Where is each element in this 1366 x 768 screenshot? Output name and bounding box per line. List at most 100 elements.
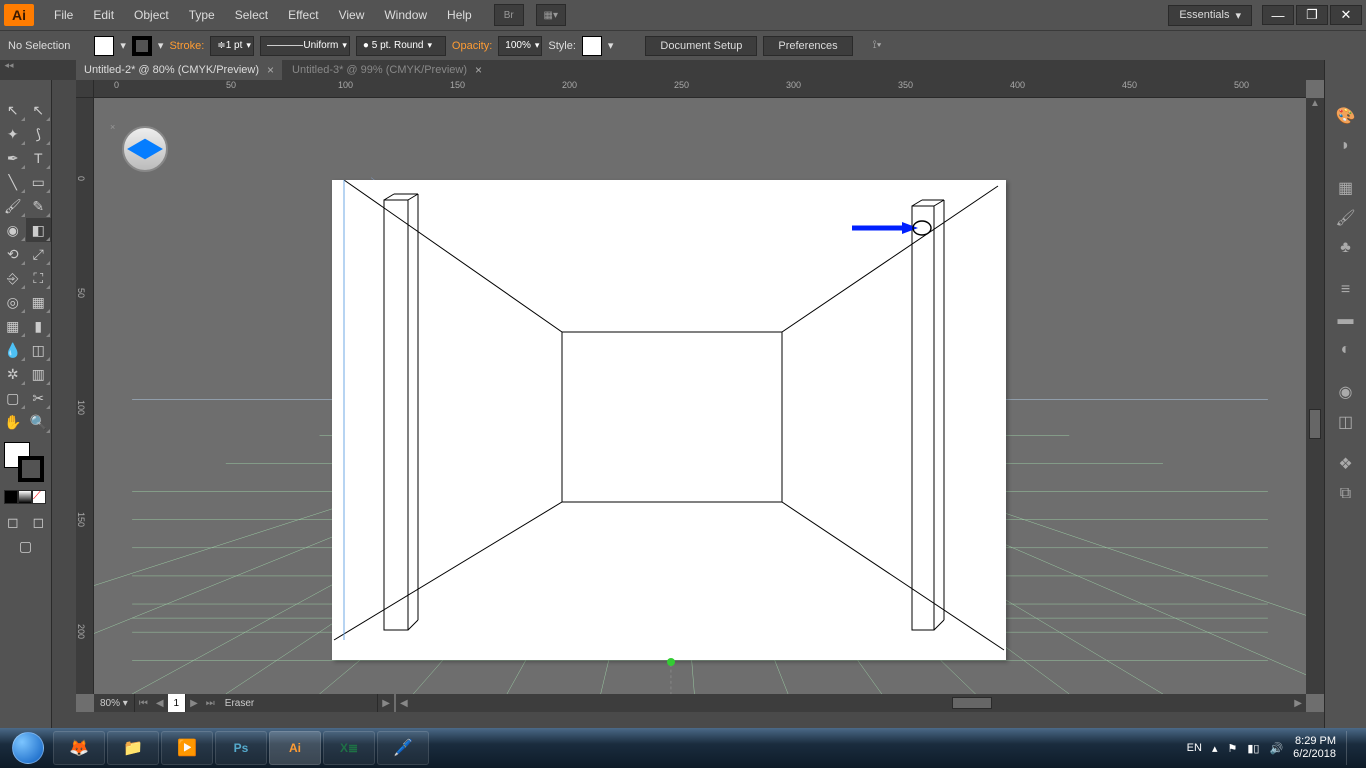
artboards-panel-icon[interactable]: ⧉ xyxy=(1330,480,1362,508)
stroke-panel-icon[interactable]: ≡ xyxy=(1330,276,1362,304)
none-mode-button[interactable]: ⟋ xyxy=(32,490,46,504)
symbol-sprayer-tool[interactable]: ✲ xyxy=(0,362,26,386)
paintbrush-tool[interactable]: 🖌 xyxy=(0,194,26,218)
taskbar-photoshop-icon[interactable]: Ps xyxy=(215,731,267,765)
scroll-up-button[interactable]: ▲ xyxy=(1306,98,1324,109)
symbols-panel-icon[interactable]: ♣ xyxy=(1330,234,1362,262)
slice-tool[interactable]: ✂ xyxy=(26,386,52,410)
gradient-panel-icon[interactable]: ▬ xyxy=(1330,306,1362,334)
swatches-panel-icon[interactable]: ▦ xyxy=(1330,174,1362,202)
close-button[interactable]: ✕ xyxy=(1330,5,1362,25)
scroll-left-button[interactable]: ◀ xyxy=(396,698,412,709)
fill-swatch[interactable] xyxy=(94,36,114,56)
taskbar-app-icon[interactable]: 🖊️ xyxy=(377,731,429,765)
style-swatch[interactable] xyxy=(582,36,602,56)
magic-wand-tool[interactable]: ✦ xyxy=(0,122,26,146)
column-graph-tool[interactable]: ▥ xyxy=(26,362,52,386)
network-icon[interactable]: ▮▯ xyxy=(1247,742,1259,755)
rotate-tool[interactable]: ⟲ xyxy=(0,242,26,266)
pen-tool[interactable]: ✒ xyxy=(0,146,26,170)
show-hidden-icon[interactable]: ▴ xyxy=(1212,742,1218,755)
opacity-input[interactable]: 100%▾ xyxy=(498,36,542,56)
artboard-number-input[interactable]: 1 xyxy=(168,694,187,712)
artboard-tool[interactable]: ▢ xyxy=(0,386,26,410)
hand-tool[interactable]: ✋ xyxy=(0,410,26,434)
gradient-tool[interactable]: ▮ xyxy=(26,314,52,338)
next-artboard-button[interactable]: ▶ xyxy=(186,698,202,709)
document-tab-active[interactable]: Untitled-2* @ 80% (CMYK/Preview) × xyxy=(76,60,282,80)
graphic-styles-panel-icon[interactable]: ◫ xyxy=(1330,408,1362,436)
color-guide-panel-icon[interactable]: ◗ xyxy=(1330,132,1362,160)
menu-type[interactable]: Type xyxy=(179,4,225,26)
scale-tool[interactable]: ⤢ xyxy=(26,242,52,266)
perspective-plane-widget[interactable] xyxy=(122,126,168,172)
perspective-grid-tool[interactable]: ▦ xyxy=(26,290,52,314)
ruler-origin[interactable] xyxy=(76,80,94,98)
prev-artboard-button[interactable]: ◀ xyxy=(152,698,168,709)
transparency-panel-icon[interactable]: ◐ xyxy=(1330,336,1362,364)
menu-view[interactable]: View xyxy=(329,4,375,26)
gradient-mode-button[interactable] xyxy=(18,490,32,504)
opacity-label[interactable]: Opacity: xyxy=(452,40,492,52)
canvas-area[interactable]: × xyxy=(94,98,1306,694)
width-tool[interactable]: ⎆ xyxy=(0,266,26,290)
blob-brush-tool[interactable]: ◉ xyxy=(0,218,26,242)
last-artboard-button[interactable]: ⏭ xyxy=(202,698,219,709)
workspace-switcher[interactable]: Essentials ▾ xyxy=(1168,5,1252,26)
eraser-tool[interactable]: ◧ xyxy=(26,218,52,242)
style-dropdown-caret[interactable]: ▾ xyxy=(608,39,614,52)
taskbar-excel-icon[interactable]: X≣ xyxy=(323,731,375,765)
rectangle-tool[interactable]: ▭ xyxy=(26,170,52,194)
clock[interactable]: 8:29 PM 6/2/2018 xyxy=(1293,735,1336,761)
brush-dropdown[interactable]: ● 5 pt. Round▾ xyxy=(356,36,446,56)
menu-file[interactable]: File xyxy=(44,4,83,26)
status-menu-button[interactable]: ▶ xyxy=(378,698,394,709)
direct-selection-tool[interactable]: ↖ xyxy=(26,98,52,122)
taskbar-illustrator-icon[interactable]: Ai xyxy=(269,731,321,765)
menu-select[interactable]: Select xyxy=(225,4,278,26)
show-desktop-button[interactable] xyxy=(1346,731,1354,765)
maximize-button[interactable]: ❐ xyxy=(1296,5,1328,25)
blend-tool[interactable]: ◫ xyxy=(26,338,52,362)
arrange-docs-icon[interactable]: ▦▾ xyxy=(536,4,566,26)
menu-help[interactable]: Help xyxy=(437,4,482,26)
eyedropper-tool[interactable]: 💧 xyxy=(0,338,26,362)
document-tab-inactive[interactable]: Untitled-3* @ 99% (CMYK/Preview) × xyxy=(284,60,490,80)
zoom-tool[interactable]: 🔍 xyxy=(26,410,52,434)
action-center-icon[interactable]: ⚑ xyxy=(1227,742,1237,755)
zoom-level-input[interactable]: 80% ▾ xyxy=(94,694,135,712)
stroke-label[interactable]: Stroke: xyxy=(169,40,204,52)
type-tool[interactable]: T xyxy=(26,146,52,170)
preferences-button[interactable]: Preferences xyxy=(763,36,852,56)
stroke-color-swatch[interactable] xyxy=(18,456,44,482)
language-indicator[interactable]: EN xyxy=(1187,742,1202,754)
document-setup-button[interactable]: Document Setup xyxy=(645,36,757,56)
color-panel-icon[interactable]: 🎨 xyxy=(1330,102,1362,130)
scroll-thumb-vertical[interactable] xyxy=(1309,409,1321,439)
free-transform-tool[interactable]: ⛶ xyxy=(26,266,52,290)
menu-effect[interactable]: Effect xyxy=(278,4,328,26)
taskbar-firefox-icon[interactable]: 🦊 xyxy=(53,731,105,765)
draw-mode-normal[interactable]: ◻ xyxy=(0,510,26,534)
draw-mode-behind[interactable]: ◻ xyxy=(26,510,52,534)
selection-tool[interactable]: ↖ xyxy=(0,98,26,122)
minimize-button[interactable]: — xyxy=(1262,5,1294,25)
menu-object[interactable]: Object xyxy=(124,4,179,26)
close-icon[interactable]: × xyxy=(267,63,274,77)
lasso-tool[interactable]: ⟆ xyxy=(26,122,52,146)
first-artboard-button[interactable]: ⏮ xyxy=(135,698,152,709)
screen-mode-button[interactable]: ▢ xyxy=(13,534,39,558)
menu-window[interactable]: Window xyxy=(374,4,437,26)
fill-stroke-indicator[interactable] xyxy=(4,442,44,482)
shape-builder-tool[interactable]: ◎ xyxy=(0,290,26,314)
scrollbar-vertical[interactable]: ▲ xyxy=(1306,98,1324,694)
perspective-widget-close-icon[interactable]: × xyxy=(110,122,122,134)
perspective-handle[interactable] xyxy=(667,658,675,666)
fill-dropdown-caret[interactable]: ▾ xyxy=(120,39,126,52)
scroll-right-button[interactable]: ▶ xyxy=(1290,698,1306,709)
stroke-swatch[interactable] xyxy=(132,36,152,56)
stroke-profile-dropdown[interactable]: Uniform▾ xyxy=(260,36,350,56)
start-button[interactable] xyxy=(4,731,52,765)
ruler-horizontal[interactable]: 0 50 100 150 200 250 300 350 400 450 500 xyxy=(94,80,1306,98)
color-mode-button[interactable] xyxy=(4,490,18,504)
